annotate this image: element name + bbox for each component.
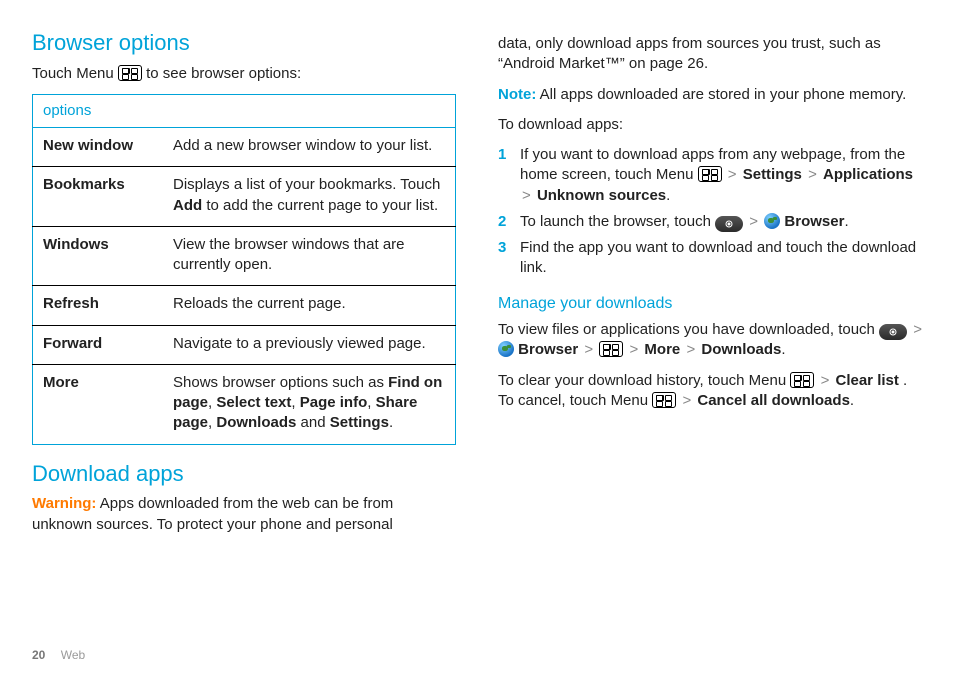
page-number: 20	[32, 648, 45, 662]
menu-icon	[118, 65, 142, 81]
opt-key: New window	[33, 128, 164, 167]
options-table-header: options	[33, 94, 456, 127]
globe-icon	[764, 213, 780, 229]
table-row: Windows View the browser windows that ar…	[33, 226, 456, 286]
opt-desc: View the browser windows that are curren…	[163, 226, 456, 286]
list-item: 1 If you want to download apps from any …	[498, 145, 922, 206]
opt-key: More	[33, 364, 164, 444]
step-body: To launch the browser, touch > Browser.	[520, 212, 922, 232]
to-download-label: To download apps:	[498, 115, 922, 135]
home-icon	[879, 324, 907, 340]
download-steps: 1 If you want to download apps from any …	[498, 145, 922, 279]
right-column: data, only download apps from sources yo…	[498, 28, 922, 545]
table-row: Bookmarks Displays a list of your bookma…	[33, 167, 456, 227]
opt-desc: Navigate to a previously viewed page.	[163, 325, 456, 364]
opt-desc: Add a new browser window to your list.	[163, 128, 456, 167]
menu-icon	[652, 392, 676, 408]
opt-desc: Displays a list of your bookmarks. Touch…	[163, 167, 456, 227]
table-row: More Shows browser options such as Find …	[33, 364, 456, 444]
warning-continued: data, only download apps from sources yo…	[498, 34, 922, 75]
table-row: New window Add a new browser window to y…	[33, 128, 456, 167]
step-number: 1	[498, 145, 512, 206]
menu-icon	[790, 372, 814, 388]
browser-options-heading: Browser options	[32, 28, 456, 58]
note-label: Note:	[498, 86, 536, 103]
section-label: Web	[61, 648, 85, 662]
browser-options-intro: Touch Menu to see browser options:	[32, 64, 456, 84]
note-paragraph: Note: All apps downloaded are stored in …	[498, 85, 922, 105]
manage-downloads-p1: To view files or applications you have d…	[498, 320, 922, 361]
intro-pre: Touch Menu	[32, 65, 118, 82]
download-apps-heading: Download apps	[32, 459, 456, 489]
intro-post: to see browser options:	[146, 65, 301, 82]
step-number: 2	[498, 212, 512, 232]
manage-downloads-heading: Manage your downloads	[498, 293, 922, 315]
menu-icon	[599, 341, 623, 357]
page-columns: Browser options Touch Menu to see browse…	[32, 28, 922, 545]
options-table: options New window Add a new browser win…	[32, 94, 456, 445]
list-item: 3 Find the app you want to download and …	[498, 238, 922, 279]
left-column: Browser options Touch Menu to see browse…	[32, 28, 456, 545]
globe-icon	[498, 341, 514, 357]
opt-key: Bookmarks	[33, 167, 164, 227]
opt-key: Forward	[33, 325, 164, 364]
page-footer: 20 Web	[32, 647, 85, 663]
opt-key: Windows	[33, 226, 164, 286]
home-icon	[715, 216, 743, 232]
menu-icon	[698, 166, 722, 182]
opt-desc: Shows browser options such as Find on pa…	[163, 364, 456, 444]
download-apps-warning: Warning: Apps downloaded from the web ca…	[32, 494, 456, 535]
opt-desc: Reloads the current page.	[163, 286, 456, 325]
step-number: 3	[498, 238, 512, 279]
list-item: 2 To launch the browser, touch > Browser…	[498, 212, 922, 232]
step-body: Find the app you want to download and to…	[520, 238, 922, 279]
table-row: Refresh Reloads the current page.	[33, 286, 456, 325]
manage-downloads-p2: To clear your download history, touch Me…	[498, 371, 922, 412]
table-row: Forward Navigate to a previously viewed …	[33, 325, 456, 364]
step-body: If you want to download apps from any we…	[520, 145, 922, 206]
opt-key: Refresh	[33, 286, 164, 325]
warning-label: Warning:	[32, 495, 96, 512]
